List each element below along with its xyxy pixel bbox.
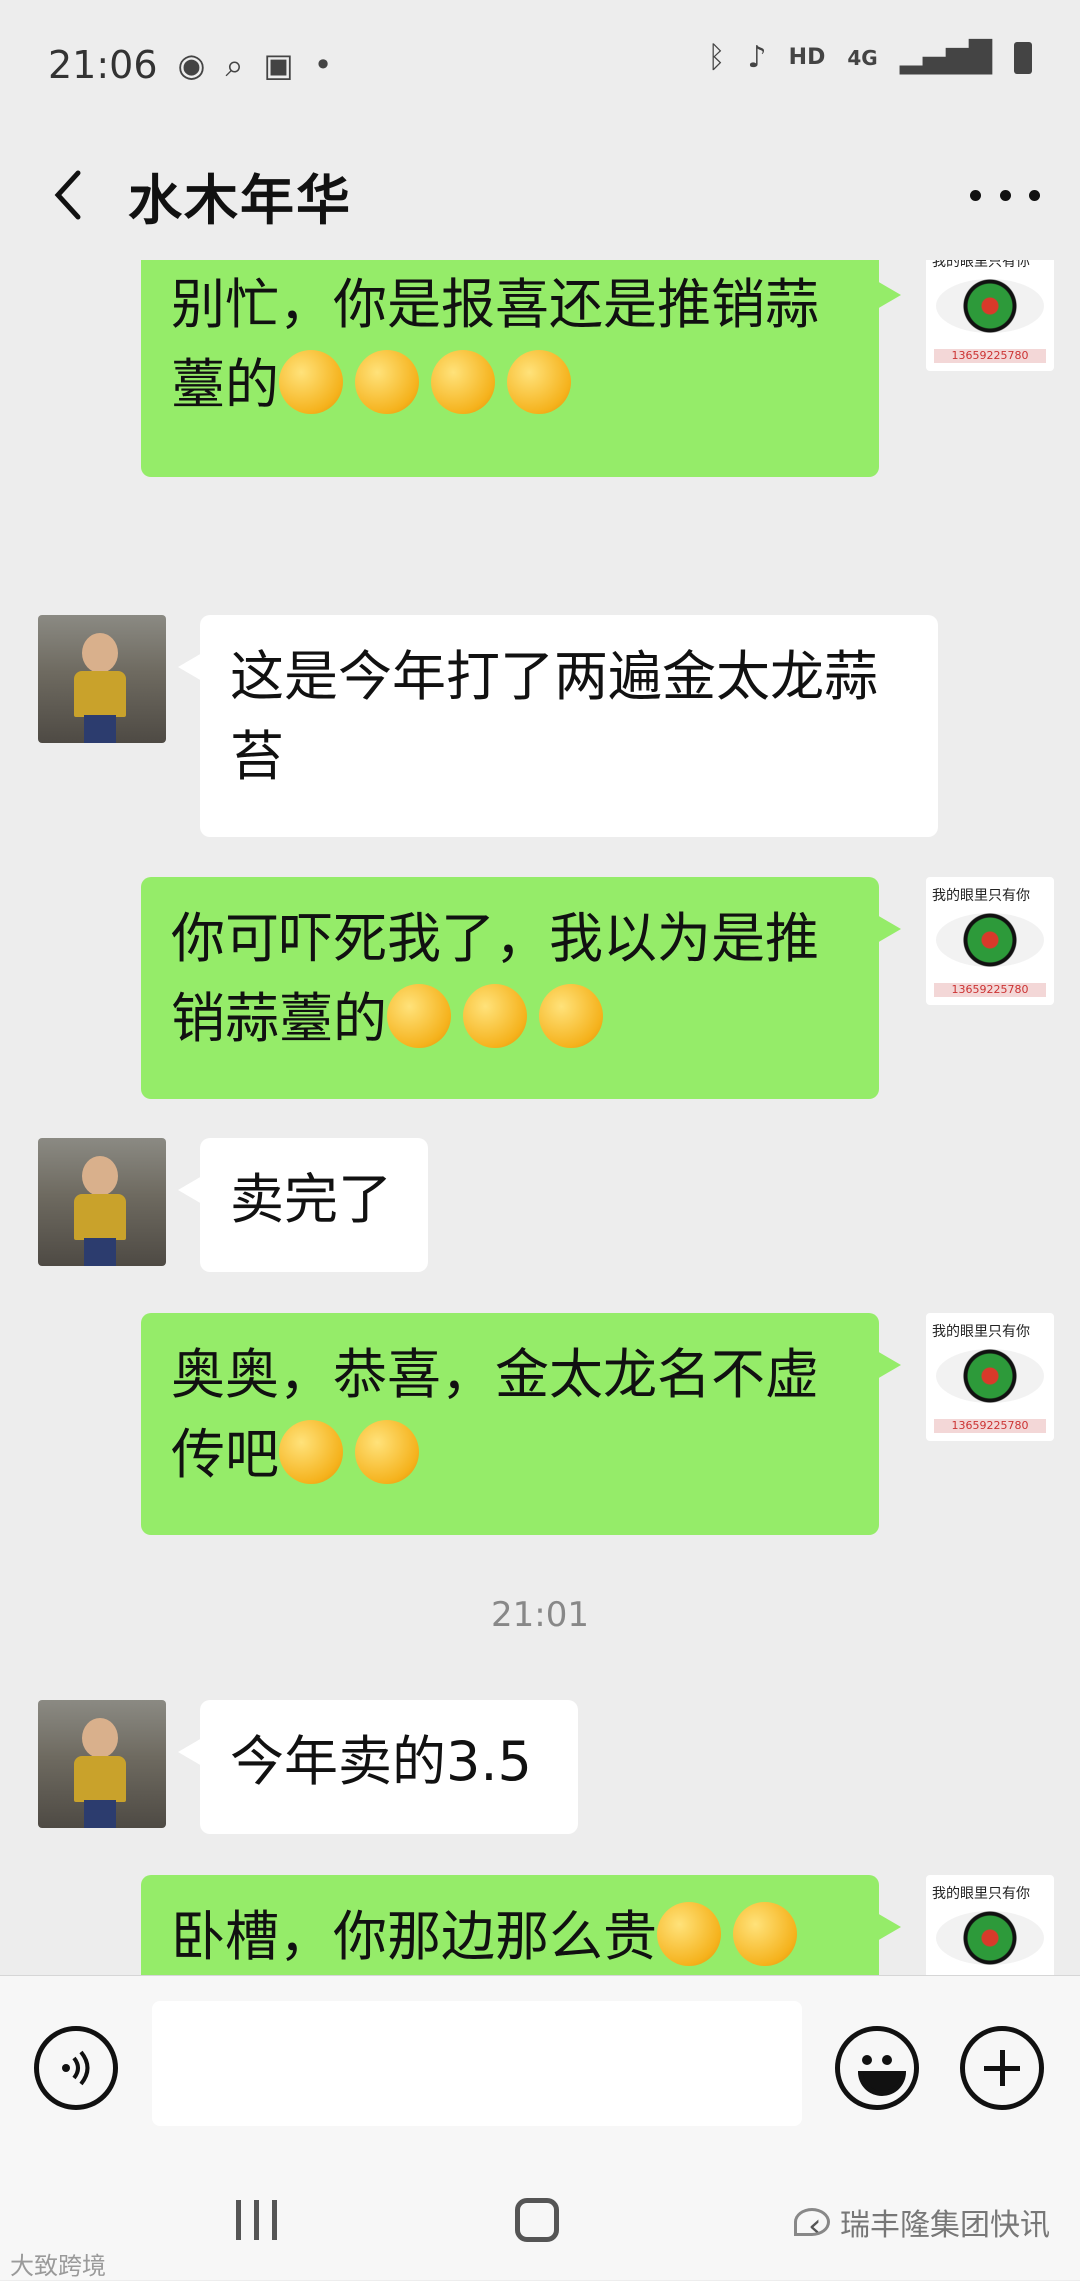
chat-area[interactable]: 别忙，你是报喜还是推销蒜薹的 我的眼里只有你 13659225780 这是今年打… bbox=[0, 260, 1080, 1975]
status-right: ᛒ ♪ HD 4G ▂▄▆█ bbox=[708, 40, 1032, 75]
back-button[interactable] bbox=[38, 165, 98, 225]
message-text: 今年卖的3.5 bbox=[230, 1730, 532, 1793]
eye-icon bbox=[936, 913, 1044, 967]
incoming-bubble[interactable]: 今年卖的3.5 bbox=[178, 1700, 578, 1834]
avatar-caption: 我的眼里只有你 bbox=[932, 1324, 1030, 1340]
message-text: 奥奥，恭喜，金太龙名不虚传吧 bbox=[171, 1343, 819, 1486]
outgoing-bubble[interactable]: 你可吓死我了，我以为是推销蒜薹的 bbox=[141, 877, 901, 1099]
input-bar bbox=[0, 1975, 1080, 2161]
eye-icon bbox=[936, 1349, 1044, 1403]
contact-avatar[interactable] bbox=[38, 615, 166, 743]
globe-icon: ◉ bbox=[177, 46, 206, 84]
message-text: 别忙，你是报喜还是推销蒜薹的 bbox=[171, 273, 819, 416]
contact-avatar[interactable] bbox=[38, 1138, 166, 1266]
outgoing-bubble[interactable]: 别忙，你是报喜还是推销蒜薹的 bbox=[141, 260, 901, 477]
emoji-button[interactable] bbox=[835, 2026, 919, 2110]
watermark-left: 大致跨境 bbox=[10, 2252, 106, 2280]
dot-icon: • bbox=[313, 46, 333, 84]
plus-button[interactable] bbox=[960, 2026, 1044, 2110]
avatar-caption: 我的眼里只有你 bbox=[932, 260, 1030, 270]
home-button[interactable] bbox=[515, 2198, 559, 2242]
wechat-logo-icon bbox=[794, 2208, 830, 2236]
my-avatar[interactable]: 我的眼里只有你 13659225780 bbox=[926, 260, 1054, 371]
more-button[interactable] bbox=[970, 170, 1040, 220]
status-bar: 21:06 ◉ ⌕ ▣ • ᛒ ♪ HD 4G ▂▄▆█ bbox=[0, 0, 1080, 130]
emoji-icon bbox=[431, 350, 495, 415]
emoji-icon bbox=[733, 1902, 797, 1967]
signal-icon: ▂▄▆█ bbox=[899, 40, 992, 75]
message-text: 这是今年打了两遍金太龙蒜苔 bbox=[230, 645, 878, 788]
outgoing-bubble[interactable]: 奥奥，恭喜，金太龙名不虚传吧 bbox=[141, 1313, 901, 1535]
emoji-icon bbox=[463, 984, 527, 1049]
chat-title: 水木年华 bbox=[128, 168, 352, 232]
avatar-caption: 我的眼里只有你 bbox=[932, 888, 1030, 904]
emoji-icon bbox=[657, 1902, 721, 1967]
outgoing-bubble[interactable]: 卧槽，你那边那么贵 bbox=[141, 1875, 901, 1975]
message-text: 卧槽，你那边那么贵 bbox=[171, 1905, 657, 1968]
emoji-icon bbox=[279, 1420, 343, 1485]
incoming-bubble[interactable]: 这是今年打了两遍金太龙蒜苔 bbox=[178, 615, 938, 837]
status-time: 21:06 bbox=[48, 43, 158, 87]
emoji-icon bbox=[279, 350, 343, 415]
watermark-right-text: 瑞丰隆集团快讯 bbox=[840, 2208, 1050, 2243]
search-icon: ⌕ bbox=[225, 45, 244, 84]
watermark-right: 瑞丰隆集团快讯 bbox=[794, 2200, 1050, 2244]
my-avatar[interactable]: 我的眼里只有你 13659225780 bbox=[926, 1313, 1054, 1441]
emoji-icon bbox=[858, 2071, 906, 2096]
my-avatar[interactable]: 我的眼里只有你 13659225780 bbox=[926, 877, 1054, 1005]
recents-button[interactable] bbox=[236, 2200, 280, 2240]
chat-header: 水木年华 bbox=[0, 130, 1080, 260]
avatar-caption: 我的眼里只有你 bbox=[932, 1886, 1030, 1902]
incoming-bubble[interactable]: 卖完了 bbox=[178, 1138, 428, 1272]
emoji-icon bbox=[355, 1420, 419, 1485]
voice-button[interactable] bbox=[34, 2026, 118, 2110]
network-label: HD bbox=[788, 45, 826, 70]
eye-icon bbox=[936, 1911, 1044, 1965]
avatar-phone: 13659225780 bbox=[934, 1419, 1046, 1433]
emoji-icon bbox=[507, 350, 571, 415]
emoji-icon bbox=[539, 984, 603, 1049]
battery-icon bbox=[1014, 41, 1032, 74]
eye-icon bbox=[936, 279, 1044, 333]
chat-timestamp: 21:01 bbox=[491, 1595, 589, 1635]
message-text: 卖完了 bbox=[230, 1168, 392, 1231]
avatar-phone: 13659225780 bbox=[934, 349, 1046, 363]
message-input[interactable] bbox=[152, 2001, 802, 2126]
emoji-icon bbox=[355, 350, 419, 415]
image-icon: ▣ bbox=[263, 46, 294, 84]
more-dots-icon bbox=[970, 189, 981, 201]
signal-type-label: 4G bbox=[847, 45, 878, 70]
bluetooth-icon: ᛒ bbox=[707, 40, 726, 75]
mute-icon: ♪ bbox=[747, 40, 767, 75]
avatar-phone: 13659225780 bbox=[934, 983, 1046, 997]
chevron-left-icon bbox=[54, 170, 81, 220]
my-avatar[interactable]: 我的眼里只有你 bbox=[926, 1875, 1054, 1975]
emoji-icon bbox=[387, 984, 451, 1049]
contact-avatar[interactable] bbox=[38, 1700, 166, 1828]
voice-icon bbox=[62, 2050, 90, 2086]
